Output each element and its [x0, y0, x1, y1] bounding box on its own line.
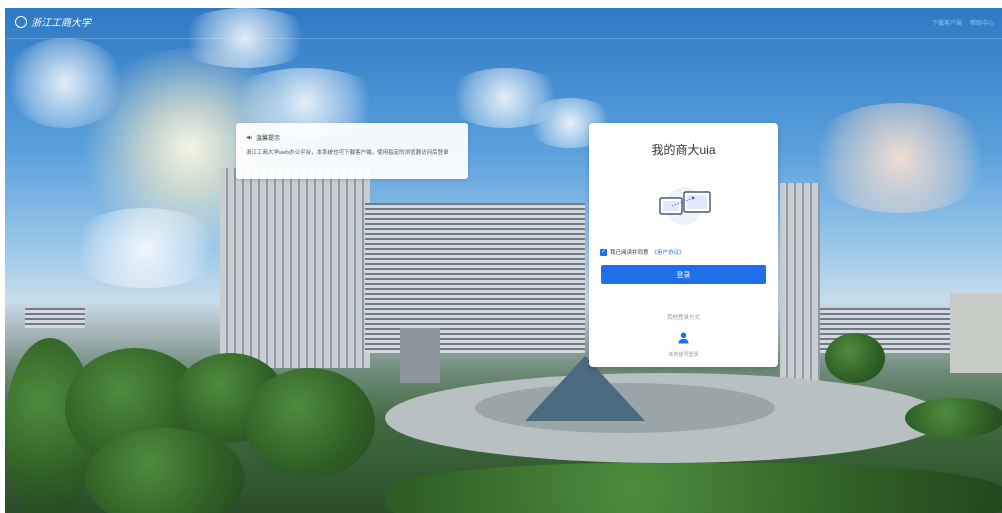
- local-account-login-label[interactable]: 本地账号登录: [589, 351, 778, 358]
- university-logo[interactable]: 浙江工商大学: [15, 14, 91, 29]
- tree: [905, 398, 1002, 438]
- building-right-tower: [780, 183, 820, 388]
- building-distant: [25, 308, 85, 328]
- tree: [245, 368, 375, 478]
- other-login-title: 其他登录方式: [666, 315, 700, 321]
- login-button[interactable]: 登录: [601, 265, 766, 284]
- agreement-checkbox[interactable]: ✓: [600, 248, 607, 256]
- devices-illustration-icon: [659, 187, 711, 225]
- hedge: [385, 463, 1002, 513]
- building-sign: [950, 293, 1002, 373]
- campus-background-image: [5, 8, 1002, 513]
- login-title: 我的商大uia: [651, 143, 716, 157]
- building-center: [365, 203, 585, 353]
- login-card: 我的商大uia ✓ 我已阅读并同意 《用户协议》 登录 其他登录方式 本地账号登…: [589, 123, 778, 367]
- cloud: [805, 103, 995, 213]
- top-bar: [5, 8, 1002, 39]
- download-client-link[interactable]: 下载客户端: [932, 18, 962, 27]
- notice-header: 温馨提示: [246, 133, 280, 142]
- cloud: [65, 208, 225, 288]
- agreement-text: 我已阅读并同意: [610, 250, 649, 256]
- notice-title: 温馨提示: [256, 136, 281, 142]
- agreement-row: ✓ 我已阅读并同意 《用户协议》: [600, 248, 685, 256]
- notice-body: 浙江工商大学web办公平台，本系统也可下载客户端，使用指定的浏览器访问后登录: [246, 150, 449, 156]
- speaker-icon: [246, 135, 252, 140]
- cloud: [5, 38, 125, 128]
- login-page: 浙江工商大学 下载客户端 帮助中心 温馨提示 浙江工商大学web办公平台，本系统…: [0, 0, 1002, 513]
- logo-text: 浙江工商大学: [31, 18, 91, 29]
- tree: [825, 333, 885, 383]
- user-icon[interactable]: [678, 332, 689, 344]
- top-links: 下载客户端 帮助中心: [932, 18, 994, 27]
- emblem-icon: [15, 15, 27, 28]
- help-center-link[interactable]: 帮助中心: [970, 18, 994, 27]
- building-left: [220, 168, 370, 368]
- notice-panel: 温馨提示 浙江工商大学web办公平台，本系统也可下载客户端，使用指定的浏览器访问…: [236, 123, 468, 179]
- user-agreement-link[interactable]: 《用户协议》: [652, 248, 685, 256]
- building-base: [400, 328, 440, 383]
